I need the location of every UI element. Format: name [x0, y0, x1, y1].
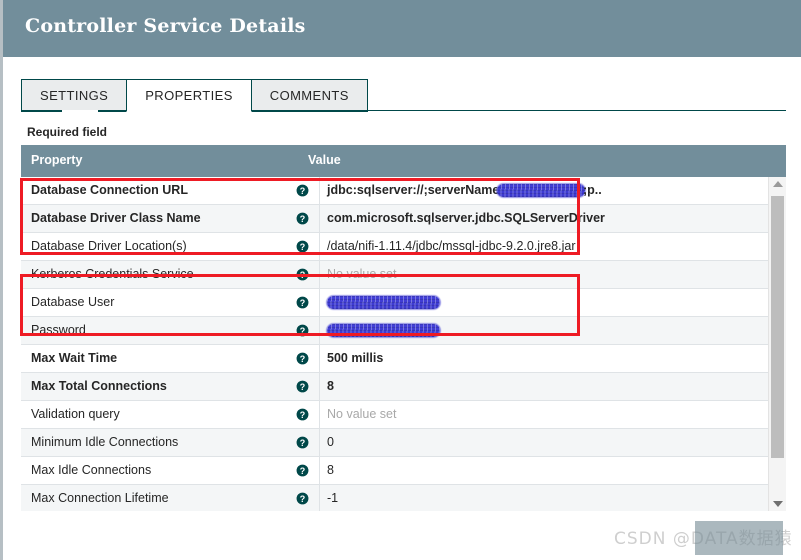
property-name: Minimum Idle Connections	[31, 435, 179, 449]
svg-text:?: ?	[300, 410, 305, 420]
property-value: -1	[327, 491, 339, 505]
svg-text:?: ?	[300, 298, 305, 308]
column-divider	[319, 177, 320, 204]
properties-table: Property Value Database Connection URL? j…	[21, 145, 786, 512]
table-row[interactable]: Database Driver Class Name? com.microsoft…	[21, 205, 786, 233]
tab-settings[interactable]: SETTINGS	[21, 79, 128, 112]
property-name: Password	[31, 323, 86, 337]
column-divider	[319, 345, 320, 372]
property-value: /data/nifi-1.11.4/jdbc/mssql-jdbc-9.2.0.…	[327, 239, 576, 253]
svg-text:?: ?	[300, 242, 305, 252]
help-question-icon[interactable]: ?	[296, 408, 309, 421]
column-divider	[319, 373, 320, 400]
tab-comments-label: COMMENTS	[269, 88, 349, 103]
table-row[interactable]: Kerberos Credentials Service? No value se…	[21, 261, 786, 289]
properties-table-body: Database Connection URL? jdbc:sqlserver:/…	[21, 177, 786, 511]
column-divider	[319, 289, 320, 316]
column-divider	[319, 485, 320, 511]
property-name: Database Driver Class Name	[31, 211, 201, 225]
property-value-suffix: ;p..	[583, 183, 602, 197]
redaction-mark	[497, 184, 585, 197]
tab-comments[interactable]: COMMENTS	[250, 79, 368, 112]
column-header-value[interactable]: Value	[308, 153, 341, 167]
property-value: 8	[327, 463, 334, 477]
column-divider	[319, 261, 320, 288]
properties-table-header: Property Value	[21, 145, 786, 177]
property-value: 500 millis	[327, 351, 384, 365]
table-row[interactable]: Validation query? No value set	[21, 401, 786, 429]
property-value: 8	[327, 379, 334, 393]
table-row[interactable]: Database Driver Location(s)? /data/nifi-1…	[21, 233, 786, 261]
property-name: Validation query	[31, 407, 120, 421]
property-value: com.microsoft.sqlserver.jdbc.SQLServerDr…	[327, 211, 605, 225]
table-row[interactable]: Database Connection URL? jdbc:sqlserver:/…	[21, 177, 786, 205]
property-name: Database User	[31, 295, 115, 309]
svg-text:?: ?	[300, 326, 305, 336]
table-row[interactable]: Database User?	[21, 289, 786, 317]
tab-settings-label: SETTINGS	[40, 88, 109, 103]
tab-strip: SETTINGS PROPERTIES COMMENTS	[21, 78, 368, 112]
table-row[interactable]: Max Connection Lifetime? -1	[21, 485, 786, 511]
redaction-mark	[327, 296, 440, 309]
dialog-title-bar: Controller Service Details	[3, 0, 801, 57]
svg-text:?: ?	[300, 186, 305, 196]
property-name: Max Connection Lifetime	[31, 491, 169, 505]
table-row[interactable]: Minimum Idle Connections? 0	[21, 429, 786, 457]
tab-properties-label: PROPERTIES	[145, 88, 233, 103]
help-question-icon[interactable]: ?	[296, 352, 309, 365]
svg-text:?: ?	[300, 494, 305, 504]
column-divider	[319, 401, 320, 428]
column-divider	[319, 457, 320, 484]
help-question-icon[interactable]: ?	[296, 212, 309, 225]
property-value: 0	[327, 435, 334, 449]
caret-up-icon[interactable]	[769, 177, 786, 191]
column-divider	[319, 233, 320, 260]
table-row[interactable]: Password?	[21, 317, 786, 345]
property-name: Database Driver Location(s)	[31, 239, 187, 253]
help-question-icon[interactable]: ?	[296, 464, 309, 477]
help-question-icon[interactable]: ?	[296, 436, 309, 449]
help-question-icon[interactable]: ?	[296, 380, 309, 393]
column-divider	[319, 317, 320, 344]
property-name: Kerberos Credentials Service	[31, 267, 194, 281]
svg-text:?: ?	[300, 354, 305, 364]
property-name: Max Total Connections	[31, 379, 167, 393]
scrollbar-thumb[interactable]	[771, 196, 784, 458]
svg-text:?: ?	[300, 466, 305, 476]
property-name: Database Connection URL	[31, 183, 188, 197]
property-name: Max Wait Time	[31, 351, 118, 365]
watermark-overlay-box	[695, 521, 783, 555]
required-field-note: Required field	[27, 125, 108, 139]
property-value-empty: No value set	[327, 267, 397, 281]
help-question-icon[interactable]: ?	[296, 268, 309, 281]
help-question-icon[interactable]: ?	[296, 296, 309, 309]
property-value-empty: No value set	[327, 407, 397, 421]
active-tab-notch	[62, 110, 98, 112]
column-header-property[interactable]: Property	[31, 153, 82, 167]
svg-text:?: ?	[300, 382, 305, 392]
tab-properties[interactable]: PROPERTIES	[126, 79, 252, 112]
help-question-icon[interactable]: ?	[296, 324, 309, 337]
controller-service-details-dialog: Controller Service Details SETTINGS PROP…	[0, 0, 801, 560]
help-question-icon[interactable]: ?	[296, 492, 309, 505]
svg-text:?: ?	[300, 214, 305, 224]
caret-down-icon[interactable]	[769, 497, 786, 511]
help-question-icon[interactable]: ?	[296, 240, 309, 253]
column-divider	[319, 205, 320, 232]
table-row[interactable]: Max Wait Time? 500 millis	[21, 345, 786, 373]
redaction-mark	[327, 324, 440, 337]
table-row[interactable]: Max Total Connections? 8	[21, 373, 786, 401]
svg-text:?: ?	[300, 270, 305, 280]
properties-table-scrollbar[interactable]	[768, 177, 786, 511]
page-title: Controller Service Details	[25, 15, 306, 37]
column-divider	[319, 429, 320, 456]
svg-text:?: ?	[300, 438, 305, 448]
table-row[interactable]: Max Idle Connections? 8	[21, 457, 786, 485]
property-name: Max Idle Connections	[31, 463, 152, 477]
property-value: jdbc:sqlserver://;serverName=	[327, 183, 507, 197]
help-question-icon[interactable]: ?	[296, 184, 309, 197]
